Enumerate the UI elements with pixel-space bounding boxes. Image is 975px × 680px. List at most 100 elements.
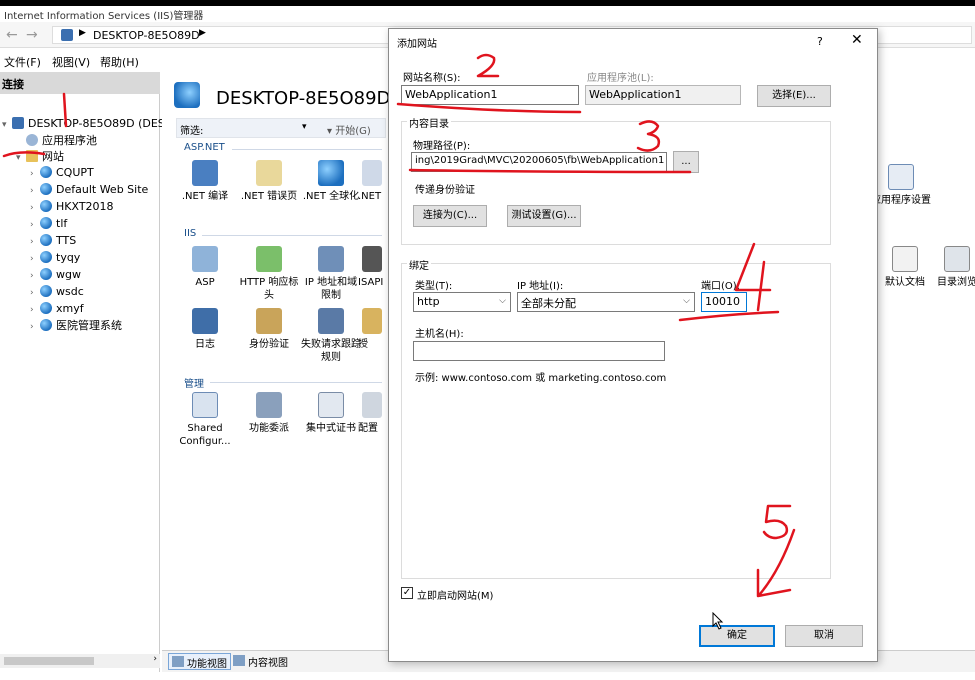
tree-site-item[interactable]: › CQUPT xyxy=(30,165,94,181)
expand-icon[interactable]: › xyxy=(30,166,40,182)
feature-authorization[interactable]: 授 xyxy=(358,308,388,351)
tree-site-item[interactable]: › TTS xyxy=(30,233,76,249)
connections-pane: 连接 ▾ DESKTOP-8E5O89D (DESK 应用程序池 ▾ 网站 › CQU… xyxy=(0,72,172,672)
tree-site-label: tlf xyxy=(56,217,68,230)
asp-icon xyxy=(192,246,218,272)
app-settings-icon xyxy=(888,164,914,190)
menu-help[interactable]: 帮助(H) xyxy=(100,54,139,70)
globe-icon xyxy=(40,200,52,212)
expand-icon[interactable]: › xyxy=(30,217,40,233)
forward-arrow-icon[interactable]: → xyxy=(26,27,38,43)
expand-icon[interactable]: › xyxy=(30,200,40,216)
chevron-down-icon[interactable]: ⌵ xyxy=(683,296,690,306)
menu-file[interactable]: 文件(F) xyxy=(4,54,41,70)
section-aspnet: ASP.NET xyxy=(184,142,225,153)
certificate-icon xyxy=(318,392,344,418)
port-input[interactable]: 10010 xyxy=(701,292,747,312)
server-icon xyxy=(61,29,73,41)
feature-directory-browsing[interactable]: 目录浏览 xyxy=(932,246,975,289)
expand-icon[interactable]: › xyxy=(30,234,40,250)
hostname-input[interactable] xyxy=(413,341,665,361)
browse-button[interactable]: ... xyxy=(673,151,699,173)
tree-site-label: Default Web Site xyxy=(56,183,149,196)
cancel-button[interactable]: 取消 xyxy=(785,625,863,647)
feature-failed-request-tracing[interactable]: 失败请求跟踪规则 xyxy=(300,308,362,364)
feature-label: 默认文档 xyxy=(885,277,925,288)
feature-label: 配置 xyxy=(358,423,378,434)
feature-authentication[interactable]: 身份验证 xyxy=(238,308,300,351)
feature-label: 日志 xyxy=(195,339,215,350)
breadcrumb-server[interactable]: DESKTOP-8E5O89D xyxy=(93,29,200,42)
physical-path-input[interactable]: ing\2019Grad\MVC\20200605\fb\WebApplicat… xyxy=(411,152,667,172)
tree-server[interactable]: ▾ DESKTOP-8E5O89D (DESK xyxy=(2,116,172,132)
lock-user-icon xyxy=(256,308,282,334)
tree-site-label: wgw xyxy=(56,268,81,281)
expand-icon[interactable]: › xyxy=(30,285,40,301)
feature-default-document[interactable]: 默认文档 xyxy=(870,246,940,289)
type-select[interactable]: http ⌵ xyxy=(413,292,511,312)
collapse-icon[interactable]: ▾ xyxy=(16,150,26,166)
expand-icon[interactable]: › xyxy=(30,251,40,267)
section-manage: 管理 xyxy=(184,379,204,390)
tab-content-view[interactable]: 内容视图 xyxy=(230,653,291,670)
tree-app-pools[interactable]: 应用程序池 xyxy=(16,133,97,149)
chevron-down-icon[interactable]: ⌵ xyxy=(499,296,506,306)
connect-as-button[interactable]: 连接为(C)... xyxy=(413,205,487,227)
feature-asp[interactable]: ASP xyxy=(174,246,236,289)
feature-net-globalization[interactable]: .NET 全球化 xyxy=(300,160,362,203)
chevron-right-icon[interactable]: ▶ xyxy=(199,28,206,38)
feature-ip-restrictions[interactable]: IP 地址和域限制 xyxy=(300,246,362,302)
chevron-right-icon[interactable]: ▶ xyxy=(79,28,86,38)
tree-site-item[interactable]: › wgw xyxy=(30,267,81,283)
expand-icon[interactable]: › xyxy=(30,319,40,335)
tree-site-item[interactable]: › Default Web Site xyxy=(30,182,148,198)
scrollbar-thumb[interactable] xyxy=(4,657,94,665)
ok-button[interactable]: 确定 xyxy=(699,625,775,647)
horizontal-scrollbar[interactable]: › xyxy=(0,654,160,668)
feature-logging[interactable]: 日志 xyxy=(174,308,236,351)
server-icon xyxy=(12,117,24,129)
tab-features-view[interactable]: 功能视图 xyxy=(168,653,231,670)
menu-view[interactable]: 视图(V) xyxy=(52,54,90,70)
section-divider xyxy=(210,382,382,383)
window-title: Internet Information Services (IIS)管理器 xyxy=(4,11,204,22)
close-icon[interactable]: ✕ xyxy=(851,32,863,48)
feature-net-error-pages[interactable]: .NET 错误页 xyxy=(238,160,300,203)
feature-isapi[interactable]: ISAPI xyxy=(358,246,388,289)
expand-icon[interactable]: › xyxy=(30,302,40,318)
tree-site-item[interactable]: › tlf xyxy=(30,216,67,232)
tree-site-item[interactable]: › HKXT2018 xyxy=(30,199,114,215)
expand-icon[interactable]: › xyxy=(30,183,40,199)
tree-site-item[interactable]: › wsdc xyxy=(30,284,84,300)
feature-label: 功能委派 xyxy=(249,423,289,434)
test-settings-button[interactable]: 测试设置(G)... xyxy=(507,205,581,227)
tree-site-label: wsdc xyxy=(56,285,84,298)
feature-net-partial[interactable]: .NET xyxy=(358,160,388,203)
scroll-right-icon[interactable]: › xyxy=(153,654,157,664)
tree-site-item[interactable]: › tyqy xyxy=(30,250,80,266)
start-immediately-checkbox[interactable]: ✓ xyxy=(401,587,413,599)
expand-icon[interactable]: › xyxy=(30,268,40,284)
back-arrow-icon[interactable]: ← xyxy=(6,27,18,43)
feature-central-certs[interactable]: 集中式证书 xyxy=(300,392,362,435)
filter-dropdown-icon[interactable]: ▾ xyxy=(302,122,307,132)
globe-icon xyxy=(40,268,52,280)
feature-config-editor[interactable]: 配置 xyxy=(358,392,388,435)
site-name-label: 网站名称(S): xyxy=(403,73,461,84)
expand-icon[interactable]: ▾ xyxy=(2,117,12,133)
select-app-pool-button[interactable]: 选择(E)... xyxy=(757,85,831,107)
content-directory-legend: 内容目录 xyxy=(407,115,451,130)
feature-http-headers[interactable]: HTTP 响应标头 xyxy=(238,246,300,302)
globe-icon xyxy=(40,166,52,178)
feature-delegation[interactable]: 功能委派 xyxy=(238,392,300,435)
ip-address-select[interactable]: 全部未分配 ⌵ xyxy=(517,292,695,312)
feature-shared-config[interactable]: Shared Configur... xyxy=(174,392,236,448)
content-view-icon xyxy=(233,655,245,666)
site-name-input[interactable]: WebApplication1 xyxy=(401,85,579,105)
tree-sites[interactable]: ▾ 网站 xyxy=(16,149,64,165)
help-button[interactable]: ? xyxy=(817,35,823,48)
tree-site-item[interactable]: › 医院管理系统 xyxy=(30,318,122,334)
start-filter-button[interactable]: ▾ 开始(G) xyxy=(327,122,371,137)
tree-site-item[interactable]: › xmyf xyxy=(30,301,84,317)
feature-net-compile[interactable]: .NET 编译 xyxy=(174,160,236,203)
